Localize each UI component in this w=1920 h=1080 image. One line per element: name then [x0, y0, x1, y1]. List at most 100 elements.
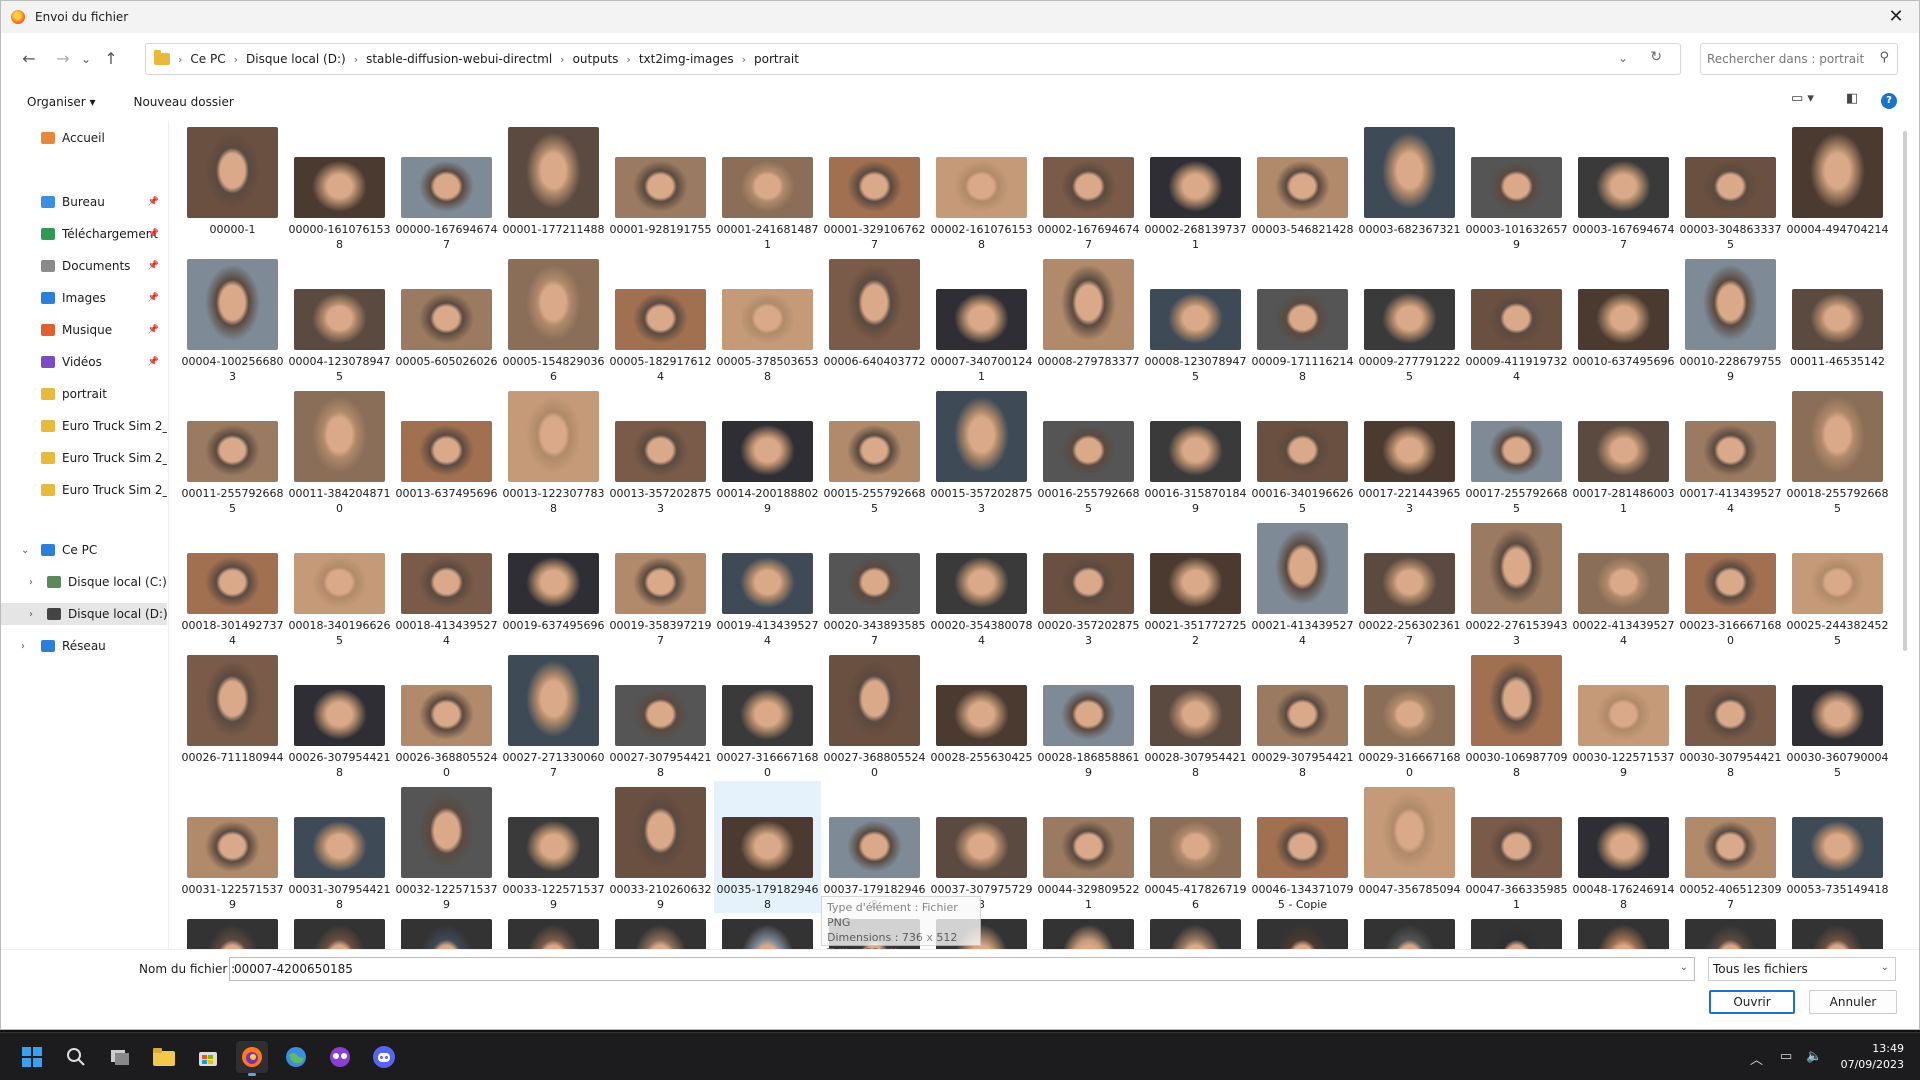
vertical-scrollbar[interactable] — [1903, 131, 1907, 651]
file-item[interactable]: 00015-2557926685 — [821, 385, 928, 517]
file-item[interactable] — [1570, 913, 1677, 949]
file-item[interactable]: 00047-3663359851 — [1463, 781, 1570, 913]
file-item[interactable]: 00011-3842048710 — [286, 385, 393, 517]
file-item[interactable]: 00045-4178267196 — [1142, 781, 1249, 913]
sidebar-item-vid-os[interactable]: Vidéos 📌 — [1, 351, 167, 373]
file-item[interactable]: 00005-605026026 — [393, 253, 500, 385]
file-item[interactable]: 00009-4119197324 — [1463, 253, 1570, 385]
file-item[interactable]: 00021-4134395274 — [1249, 517, 1356, 649]
breadcrumb-ce-pc[interactable]: Ce PC — [190, 52, 225, 66]
file-item[interactable]: 00004-1002566803 — [179, 253, 286, 385]
back-button[interactable]: ← — [15, 45, 43, 73]
file-item[interactable]: 00008-279783377 — [1035, 253, 1142, 385]
file-item[interactable]: 00037-3079757293 — [928, 781, 1035, 913]
file-item[interactable]: 00013-3572028753 — [607, 385, 714, 517]
app-button[interactable] — [324, 1041, 356, 1073]
file-item[interactable]: 00030-3079544218 — [1677, 649, 1784, 781]
file-item[interactable]: 00002-1610761538 — [928, 121, 1035, 253]
chevron-down-icon[interactable]: ⌄ — [1618, 51, 1628, 65]
sidebar-item-accueil[interactable]: Accueil — [1, 127, 167, 149]
file-item[interactable]: 00019-4134395274 — [714, 517, 821, 649]
sidebar-item-portrait[interactable]: portrait — [1, 383, 167, 405]
start-button[interactable] — [16, 1041, 48, 1073]
recent-locations-button[interactable]: ⌄ — [77, 45, 95, 73]
network-icon[interactable]: ▭ — [1780, 1049, 1792, 1064]
file-item[interactable]: 00013-637495696 — [393, 385, 500, 517]
sidebar-item-r-seau[interactable]: › Réseau — [1, 635, 167, 657]
file-item[interactable] — [1249, 913, 1356, 949]
file-item[interactable]: 00018-2557926685 — [1784, 385, 1889, 517]
file-item[interactable]: 00007-3407001241 — [928, 253, 1035, 385]
file-item[interactable]: 00048-1762469148 — [1570, 781, 1677, 913]
organize-menu[interactable]: Organiser ▾ — [27, 95, 95, 109]
breadcrumb-portrait[interactable]: portrait — [754, 52, 799, 66]
file-item[interactable]: 00003-546821428 — [1249, 121, 1356, 253]
file-item[interactable]: 00028-1868588619 — [1035, 649, 1142, 781]
file-item[interactable]: 00018-3014927374 — [179, 517, 286, 649]
file-item[interactable]: 00028-255630425 — [928, 649, 1035, 781]
file-item[interactable]: 00026-3688055240 — [393, 649, 500, 781]
file-item[interactable]: 00017-2814860031 — [1570, 385, 1677, 517]
sidebar-item-images[interactable]: Images 📌 — [1, 287, 167, 309]
file-item[interactable] — [393, 913, 500, 949]
chevron-right-icon[interactable]: › — [21, 641, 25, 652]
file-item[interactable]: 00030-1069877098 — [1463, 649, 1570, 781]
file-item[interactable]: 00052-4065123097 — [1677, 781, 1784, 913]
file-item[interactable]: 00027-2713300607 — [500, 649, 607, 781]
file-item[interactable]: 00025-2443824525 — [1784, 517, 1889, 649]
file-item[interactable]: 00017-2214439653 — [1356, 385, 1463, 517]
file-item[interactable]: 00033-2102606329 — [607, 781, 714, 913]
file-item[interactable]: 00001-177211488 — [500, 121, 607, 253]
file-item[interactable] — [286, 913, 393, 949]
file-item[interactable]: 00047-356785094 — [1356, 781, 1463, 913]
file-item[interactable]: 00027-3688055240 — [821, 649, 928, 781]
file-item[interactable]: 00002-2681397371 — [1142, 121, 1249, 253]
file-item[interactable]: 00022-4134395274 — [1570, 517, 1677, 649]
file-item[interactable]: 00011-46535142 — [1784, 253, 1889, 385]
file-item[interactable]: 00001-3291067627 — [821, 121, 928, 253]
file-item[interactable]: 00016-3158701849 — [1142, 385, 1249, 517]
file-item[interactable]: 00018-3401966265 — [286, 517, 393, 649]
sidebar-item-euro-truck-sim-2-0[interactable]: Euro Truck Sim 2_0 — [1, 447, 167, 469]
file-item[interactable] — [1035, 913, 1142, 949]
file-item[interactable] — [714, 913, 821, 949]
chevron-down-icon[interactable]: ⌄ — [21, 545, 29, 556]
file-item[interactable]: 00027-3079544218 — [607, 649, 714, 781]
file-item[interactable]: 00026-3079544218 — [286, 649, 393, 781]
file-item[interactable]: 00011-2557926685 — [179, 385, 286, 517]
file-item[interactable]: 00026-711180944 — [179, 649, 286, 781]
file-item[interactable]: 00009-2777912225 — [1356, 253, 1463, 385]
volume-icon[interactable]: 🔈 — [1806, 1049, 1822, 1064]
file-item[interactable]: 00004-494704214 — [1784, 121, 1889, 253]
view-options-icon[interactable]: ▭ ▾ — [1791, 91, 1814, 106]
file-item[interactable]: 00005-1548290366 — [500, 253, 607, 385]
file-item[interactable]: 00017-4134395274 — [1677, 385, 1784, 517]
file-item[interactable]: 00032-1225715379 — [393, 781, 500, 913]
file-item[interactable]: 00033-1225715379 — [500, 781, 607, 913]
file-item[interactable]: 00029-3166671680 — [1356, 649, 1463, 781]
sidebar-item-euro-truck-sim-2-0[interactable]: Euro Truck Sim 2_0 — [1, 479, 167, 501]
forward-button[interactable]: → — [49, 45, 77, 73]
browser-app-button[interactable] — [280, 1041, 312, 1073]
sidebar-item-disque-local-d[interactable]: › Disque local (D:) — [1, 603, 167, 625]
file-item[interactable]: 00003-1016326579 — [1463, 121, 1570, 253]
preview-pane-icon[interactable]: ◧ — [1846, 91, 1858, 106]
sidebar-item-bureau[interactable]: Bureau 📌 — [1, 191, 167, 213]
file-explorer-button[interactable] — [148, 1041, 180, 1073]
file-item[interactable]: 00014-2001888029 — [714, 385, 821, 517]
file-item[interactable]: 00016-3401966265 — [1249, 385, 1356, 517]
store-button[interactable] — [192, 1041, 224, 1073]
file-item[interactable]: 00000-1 — [179, 121, 286, 253]
file-item[interactable]: 00010-637495696 — [1570, 253, 1677, 385]
file-item[interactable]: 00020-3438935857 — [821, 517, 928, 649]
refresh-icon[interactable]: ↻ — [1650, 49, 1662, 65]
file-item[interactable]: 00003-3048633375 — [1677, 121, 1784, 253]
task-view-button[interactable] — [104, 1041, 136, 1073]
file-item[interactable]: 00004-1230789475 — [286, 253, 393, 385]
file-item[interactable]: 00019-3583972197 — [607, 517, 714, 649]
sidebar-item-t-l-chargement[interactable]: Téléchargement 📌 — [1, 223, 167, 245]
file-item[interactable]: 00035-1791829468 — [714, 781, 821, 913]
file-item[interactable]: 00022-2563023617 — [1356, 517, 1463, 649]
close-button[interactable]: ✕ — [1873, 1, 1919, 33]
sidebar-item-euro-truck-sim-2-0[interactable]: Euro Truck Sim 2_0 — [1, 415, 167, 437]
